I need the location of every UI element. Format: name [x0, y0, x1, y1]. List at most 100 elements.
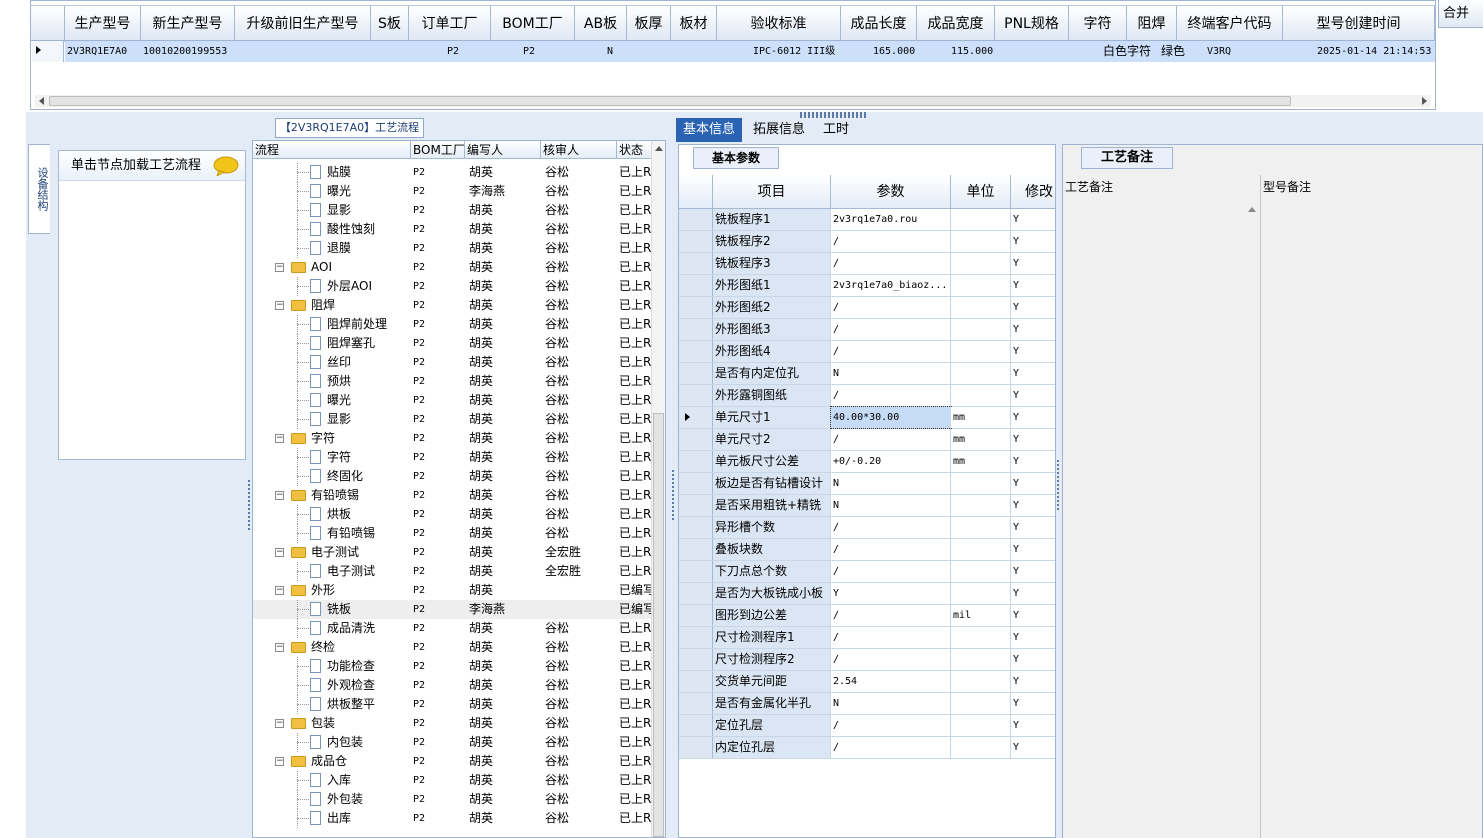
cell-status[interactable]: 已上R — [619, 524, 653, 543]
process-flow-title[interactable]: 【2V3RQ1E7A0】工艺流程 — [275, 118, 424, 138]
cell-bom-factory[interactable]: P2 — [413, 410, 465, 429]
tree-node-label[interactable]: 终检 — [311, 638, 411, 657]
cell-writer[interactable]: 胡英 — [469, 315, 541, 334]
cell-status[interactable]: 已上R — [619, 220, 653, 239]
cell-status[interactable]: 已上R — [619, 353, 653, 372]
cell-reviewer[interactable]: 谷松 — [545, 638, 617, 657]
col-header-character[interactable]: 字符 — [1069, 6, 1127, 42]
cell-bom-factory[interactable]: P2 — [413, 486, 465, 505]
collapse-toggle-icon[interactable]: − — [275, 586, 284, 595]
cell-s-board[interactable] — [371, 41, 409, 62]
collapse-toggle-icon[interactable]: − — [275, 301, 284, 310]
cell-writer[interactable]: 胡英 — [469, 372, 541, 391]
tab-process-remarks[interactable]: 工艺备注 — [1081, 147, 1173, 169]
cell-status[interactable]: 已上R — [619, 695, 653, 714]
col-header-writer[interactable]: 编写人 — [465, 141, 541, 159]
tree-node-label[interactable]: 退膜 — [327, 239, 411, 258]
tree-item-row[interactable]: 酸性蚀刻 P2 胡英 谷松 已上R — [253, 220, 653, 239]
cell-unit[interactable] — [951, 495, 1011, 516]
left-splitter[interactable] — [248, 480, 250, 530]
tree-node-label[interactable]: 出库 — [327, 809, 411, 828]
cell-writer[interactable]: 胡英 — [469, 619, 541, 638]
cell-status[interactable]: 已上R — [619, 372, 653, 391]
col-header-material[interactable]: 板材 — [671, 6, 717, 42]
cell-bom-factory[interactable]: P2 — [413, 277, 465, 296]
col-header-thickness[interactable]: 板厚 — [627, 6, 671, 42]
cell-param[interactable]: 2v3rq1e7a0_biaoz... — [831, 275, 951, 296]
cell-unit[interactable] — [951, 473, 1011, 494]
col-header-bom-factory[interactable]: BOM工厂 — [411, 141, 465, 159]
cell-reviewer[interactable]: 谷松 — [545, 201, 617, 220]
cell-bom-factory[interactable]: P2 — [413, 315, 465, 334]
cell-bom-factory[interactable]: P2 — [413, 220, 465, 239]
tree-group-row[interactable]: − 有铅喷锡 P2 胡英 谷松 已上R — [253, 486, 653, 505]
tree-item-row[interactable]: 有铅喷锡 P2 胡英 谷松 已上R — [253, 524, 653, 543]
cell-unit[interactable] — [951, 517, 1011, 538]
cell-writer[interactable]: 胡英 — [469, 581, 541, 600]
cell-writer[interactable]: 胡英 — [469, 239, 541, 258]
tree-item-row[interactable]: 出库 P2 胡英 谷松 已上R — [253, 809, 653, 828]
row-selector[interactable] — [679, 297, 713, 318]
cell-bom-factory[interactable]: P2 — [521, 41, 605, 62]
cell-status[interactable]: 已上R — [619, 752, 653, 771]
cell-reviewer[interactable]: 谷松 — [545, 220, 617, 239]
cell-param[interactable]: / — [831, 517, 951, 538]
cell-writer[interactable]: 李海燕 — [469, 600, 541, 619]
cell-status[interactable]: 已上R — [619, 714, 653, 733]
param-row[interactable]: 是否有金属化半孔 N Y — [679, 693, 1055, 715]
cell-unit[interactable] — [951, 209, 1011, 230]
cell-reviewer[interactable]: 谷松 — [545, 296, 617, 315]
tree-item-row[interactable]: 终固化 P2 胡英 谷松 已上R — [253, 467, 653, 486]
tree-item-row[interactable]: 字符 P2 胡英 谷松 已上R — [253, 448, 653, 467]
cell-writer[interactable]: 李海燕 — [469, 182, 541, 201]
cell-modify[interactable]: Y — [1011, 517, 1055, 538]
tree-node-label[interactable]: 内包装 — [327, 733, 411, 752]
cell-reviewer[interactable]: 谷松 — [545, 657, 617, 676]
cell-new-model[interactable]: 10010200199553 — [141, 41, 235, 62]
cell-writer[interactable]: 胡英 — [469, 752, 541, 771]
param-row[interactable]: 外形图纸2/ Y — [679, 297, 1055, 319]
col-header-status[interactable]: 状态 — [617, 141, 653, 159]
cell-solder-mask[interactable]: 绿色 — [1159, 41, 1209, 62]
cell-reviewer[interactable]: 谷松 — [545, 524, 617, 543]
cell-thickness[interactable] — [627, 41, 671, 62]
tree-item-row[interactable]: 功能检查 P2 胡英 谷松 已上R — [253, 657, 653, 676]
tree-node-label[interactable]: 丝印 — [327, 353, 411, 372]
cell-reviewer[interactable]: 谷松 — [545, 467, 617, 486]
tree-item-row[interactable]: 烘板整平 P2 胡英 谷松 已上R — [253, 695, 653, 714]
cell-status[interactable]: 已上R — [619, 467, 653, 486]
tab-basic-params[interactable]: 基本参数 — [693, 147, 779, 169]
cell-writer[interactable]: 胡英 — [469, 714, 541, 733]
model-remarks-column[interactable]: 型号备注 — [1261, 175, 1482, 838]
cell-modify[interactable]: Y — [1011, 385, 1055, 406]
tree-node-label[interactable]: 显影 — [327, 201, 411, 220]
param-row[interactable]: 定位孔层 / Y — [679, 715, 1055, 737]
cell-standard[interactable]: IPC-6012 III级 — [751, 41, 875, 62]
col-header-ab-board[interactable]: AB板 — [575, 6, 627, 42]
cell-bom-factory[interactable]: P2 — [413, 353, 465, 372]
tree-item-row[interactable]: 预烘 P2 胡英 谷松 已上R — [253, 372, 653, 391]
cell-status[interactable]: 已上R — [619, 657, 653, 676]
param-row[interactable]: 尺寸检测程序1/ Y — [679, 627, 1055, 649]
process-tree-body[interactable]: 贴膜 P2 胡英 谷松 已上R 曝光 P2 李海燕 谷松 已上R 显影 P2 胡英 谷松 已上R 酸性蚀刻 P2… — [253, 163, 653, 837]
cell-param[interactable]: 2v3rq1e7a0.rou — [831, 209, 951, 230]
col-header-reviewer[interactable]: 核审人 — [541, 141, 617, 159]
cell-modify[interactable]: Y — [1011, 275, 1055, 296]
tree-node-label[interactable]: 烘板整平 — [327, 695, 411, 714]
cell-unit[interactable] — [951, 671, 1011, 692]
cell-bom-factory[interactable]: P2 — [413, 448, 465, 467]
cell-reviewer[interactable]: 全宏胜 — [545, 562, 617, 581]
collapse-toggle-icon[interactable]: − — [275, 263, 284, 272]
tree-node-label[interactable]: 阻焊塞孔 — [327, 334, 411, 353]
cell-param[interactable]: / — [831, 649, 951, 670]
cell-modify[interactable]: Y — [1011, 341, 1055, 362]
param-row[interactable]: 外形露铜图纸 / Y — [679, 385, 1055, 407]
cell-writer[interactable]: 胡英 — [469, 733, 541, 752]
cell-unit[interactable] — [951, 297, 1011, 318]
scroll-up-icon[interactable] — [1248, 207, 1256, 212]
tab-equipment-structure[interactable]: 设备结构 — [28, 144, 50, 234]
tree-item-row[interactable]: 显影 P2 胡英 谷松 已上R — [253, 410, 653, 429]
cell-reviewer[interactable]: 谷松 — [545, 163, 617, 182]
cell-reviewer[interactable]: 谷松 — [545, 277, 617, 296]
cell-status[interactable]: 已上R — [619, 429, 653, 448]
